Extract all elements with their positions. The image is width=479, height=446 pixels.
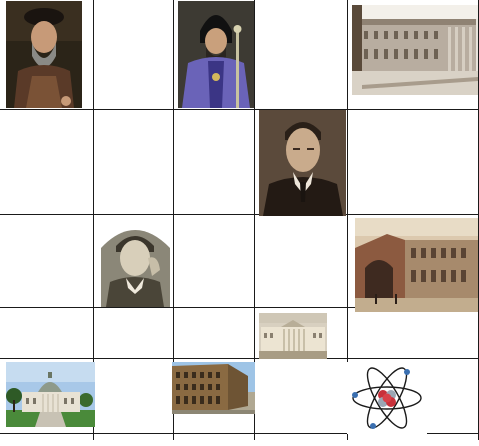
photo-neoclassical-palace	[352, 5, 478, 95]
portrait-archbishop	[178, 1, 254, 108]
grid-line-horizontal	[0, 109, 479, 110]
portrait-young-man-suit	[259, 110, 346, 216]
photo-classical-building	[259, 313, 327, 359]
atom-illustration	[347, 362, 427, 434]
grid-line-horizontal	[0, 214, 479, 215]
collage-grid	[0, 0, 479, 446]
engraving-writer-portrait	[98, 218, 173, 307]
portrait-bearded-nobleman	[6, 1, 82, 108]
grid-line-horizontal	[0, 358, 479, 359]
photo-university-building	[355, 218, 478, 312]
photo-brick-building	[172, 362, 255, 414]
photo-rotunda-villa	[6, 362, 95, 427]
